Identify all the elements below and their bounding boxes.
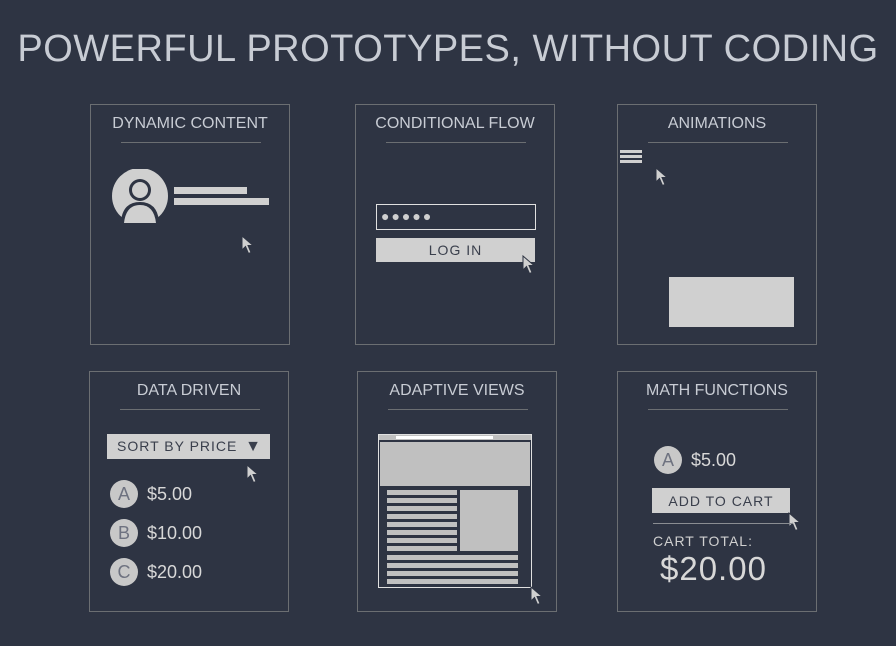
divider — [388, 409, 528, 410]
dropdown-arrow-icon: ▼ — [245, 438, 262, 455]
item-badge: B — [110, 519, 138, 547]
panel-conditional-flow: CONDITIONAL FLOW ●●●●● LOG IN — [355, 104, 555, 345]
animated-box — [669, 277, 794, 327]
item-badge: C — [110, 558, 138, 586]
cart-total-label: CART TOTAL: — [653, 533, 753, 549]
password-field[interactable]: ●●●●● — [376, 204, 536, 230]
panel-title: CONDITIONAL FLOW — [375, 115, 535, 132]
panel-title: ADAPTIVE VIEWS — [389, 382, 525, 399]
cursor-icon — [655, 167, 669, 187]
cart-total-value: $20.00 — [660, 550, 767, 587]
divider — [386, 142, 526, 143]
login-button[interactable]: LOG IN — [376, 238, 535, 262]
panel-animations: ANIMATIONS — [617, 104, 817, 345]
add-to-cart-button[interactable]: ADD TO CART — [652, 488, 790, 513]
cursor-icon — [246, 464, 260, 484]
panel-math-functions: MATH FUNCTIONS A $5.00 ADD TO CART CART … — [617, 371, 817, 612]
page-headline: POWERFUL PROTOTYPES, WITHOUT CODING — [17, 28, 879, 70]
divider — [648, 409, 788, 410]
item-price: $5.00 — [691, 450, 737, 470]
panel-title: ANIMATIONS — [667, 115, 767, 132]
cursor-icon — [530, 586, 544, 606]
panel-adaptive-views: ADAPTIVE VIEWS — [357, 371, 557, 612]
divider — [120, 409, 260, 410]
panel-title: MATH FUNCTIONS — [646, 382, 788, 399]
sort-dropdown[interactable]: SORT BY PRICE ▼ — [107, 434, 270, 459]
divider — [648, 142, 788, 143]
item-badge: A — [110, 480, 138, 508]
hamburger-menu-icon[interactable] — [620, 150, 642, 164]
panel-title: DYNAMIC CONTENT — [112, 115, 268, 132]
cursor-icon — [241, 235, 255, 255]
avatar-icon — [112, 169, 168, 223]
divider — [653, 523, 793, 524]
item-price: $5.00 — [147, 484, 193, 504]
panel-data-driven: DATA DRIVEN SORT BY PRICE ▼ A $5.00 B $10… — [89, 371, 289, 612]
cursor-icon — [788, 512, 802, 532]
item-price: $20.00 — [147, 562, 203, 582]
item-badge: A — [654, 446, 682, 474]
panel-title: DATA DRIVEN — [136, 382, 242, 399]
cursor-icon — [522, 255, 536, 275]
divider — [121, 142, 261, 143]
text-line — [174, 187, 247, 194]
browser-window-illustration — [378, 434, 532, 588]
text-line — [174, 198, 269, 205]
item-price: $10.00 — [147, 523, 203, 543]
panel-dynamic-content: DYNAMIC CONTENT — [90, 104, 290, 345]
dropdown-label: SORT BY PRICE — [117, 438, 238, 454]
